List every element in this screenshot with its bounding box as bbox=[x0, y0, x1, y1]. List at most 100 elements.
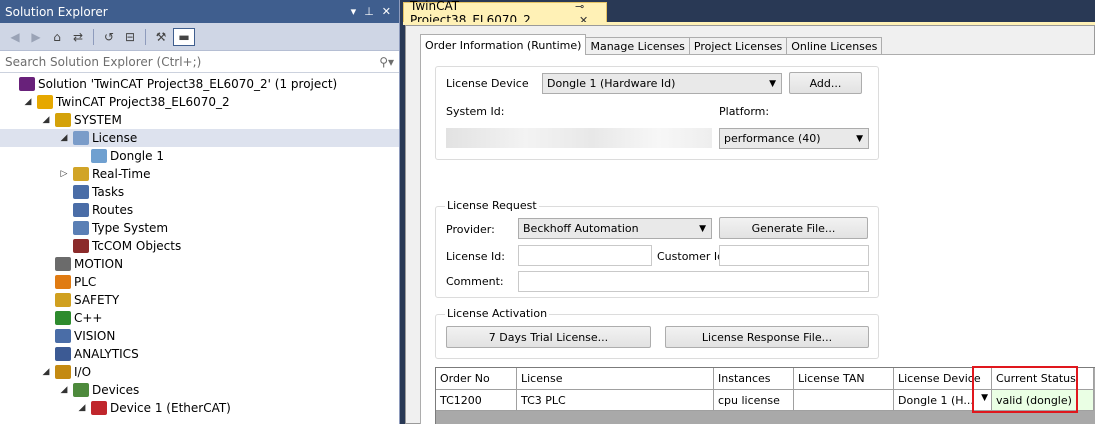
license-editor: Order Information (Runtime) Manage Licen… bbox=[405, 25, 1095, 424]
tree-item[interactable]: SAFETY bbox=[0, 291, 399, 309]
add-button[interactable]: Add... bbox=[789, 72, 862, 94]
plc-icon bbox=[55, 275, 71, 289]
column-header-order-no[interactable]: Order No bbox=[436, 368, 517, 390]
solution-explorer-search[interactable]: Search Solution Explorer (Ctrl+;) ⚲▾ bbox=[0, 51, 399, 73]
customer-id-input[interactable] bbox=[719, 245, 869, 266]
tree-item[interactable]: ◢ TwinCAT Project38_EL6070_2 bbox=[0, 93, 399, 111]
platform-select[interactable]: performance (40) ▼ bbox=[719, 128, 869, 149]
home-icon[interactable]: ⌂ bbox=[48, 28, 66, 46]
document-tab-project[interactable]: TwinCAT Project38_EL6070_2 ⊸ ✕ bbox=[403, 0, 607, 27]
license-device-value: Dongle 1 (Hardware Id) bbox=[547, 77, 676, 90]
realtime-icon bbox=[73, 167, 89, 181]
tree-item[interactable]: Solution 'TwinCAT Project38_EL6070_2' (1… bbox=[0, 75, 399, 93]
expander-icon[interactable]: ◢ bbox=[58, 385, 70, 395]
tree-item-label: Real-Time bbox=[92, 167, 151, 181]
cell-license-tan[interactable] bbox=[794, 390, 894, 411]
dongle-icon bbox=[91, 149, 107, 163]
license-response-file-button[interactable]: License Response File... bbox=[665, 326, 869, 348]
license-request-group: License Request Provider: Beckhoff Autom… bbox=[435, 199, 879, 298]
expander-icon[interactable]: ◢ bbox=[76, 403, 88, 413]
chevron-down-icon: ▼ bbox=[699, 224, 706, 234]
cell-order-no[interactable]: TC1200 bbox=[436, 390, 517, 411]
license-id-input[interactable] bbox=[518, 245, 652, 266]
pin-icon[interactable]: ⊥ bbox=[364, 5, 374, 18]
tree-item[interactable]: ◢ Devices bbox=[0, 381, 399, 399]
license-device-label: License Device bbox=[446, 77, 529, 90]
properties-wrench-icon[interactable]: ⚒ bbox=[152, 28, 170, 46]
tree-item-label: VISION bbox=[74, 329, 116, 343]
order-information-page: License Device Dongle 1 (Hardware Id) ▼ … bbox=[420, 54, 1095, 424]
tree-item[interactable]: PLC bbox=[0, 273, 399, 291]
license-id-label: License Id: bbox=[446, 250, 505, 263]
comment-input[interactable] bbox=[518, 271, 869, 292]
chevron-down-icon[interactable]: ▼ bbox=[981, 393, 988, 403]
collapse-all-icon[interactable]: ⊟ bbox=[121, 28, 139, 46]
tree-item[interactable]: Routes bbox=[0, 201, 399, 219]
license-icon bbox=[73, 131, 89, 145]
cell-license-device-select[interactable]: Dongle 1 (H... ▼ bbox=[894, 390, 992, 411]
column-header-current-status[interactable]: Current Status bbox=[992, 368, 1094, 390]
column-header-instances[interactable]: Instances bbox=[714, 368, 794, 390]
license-activation-title: License Activation bbox=[445, 307, 550, 320]
pin-tab-icon[interactable]: ⊸ bbox=[575, 0, 584, 13]
tree-item[interactable]: ANALYTICS bbox=[0, 345, 399, 363]
close-icon[interactable]: ✕ bbox=[382, 5, 391, 18]
expander-icon[interactable]: ◢ bbox=[58, 133, 70, 143]
tab-project-licenses[interactable]: Project Licenses bbox=[688, 37, 788, 55]
tree-item-label: MOTION bbox=[74, 257, 124, 271]
column-header-license-device[interactable]: License Device bbox=[894, 368, 992, 390]
generate-file-button[interactable]: Generate File... bbox=[719, 217, 868, 239]
tree-item[interactable]: Tasks bbox=[0, 183, 399, 201]
tree-item[interactable]: VISION bbox=[0, 327, 399, 345]
expander-icon[interactable]: ◢ bbox=[22, 97, 34, 107]
solution-explorer-titlebar: Solution Explorer ▾ ⊥ ✕ bbox=[0, 0, 399, 23]
tree-item[interactable]: Type System bbox=[0, 219, 399, 237]
solution-icon bbox=[19, 77, 35, 91]
tree-item[interactable]: ◢ I/O bbox=[0, 363, 399, 381]
license-activation-group: License Activation 7 Days Trial License.… bbox=[435, 307, 879, 359]
tab-manage-licenses[interactable]: Manage Licenses bbox=[585, 37, 690, 55]
trial-license-button[interactable]: 7 Days Trial License... bbox=[446, 326, 651, 348]
tccom-icon bbox=[73, 239, 89, 253]
column-header-license[interactable]: License bbox=[517, 368, 714, 390]
table-row[interactable]: TC1200 TC3 PLC cpu license Dongle 1 (H..… bbox=[436, 390, 1094, 411]
system-id-field-redacted[interactable] bbox=[446, 128, 712, 148]
forward-icon[interactable]: ▶ bbox=[27, 28, 45, 46]
expander-icon[interactable]: ▷ bbox=[58, 169, 70, 179]
cell-current-status[interactable]: valid (dongle) bbox=[992, 390, 1094, 411]
sync-view-icon[interactable]: ⇄ bbox=[69, 28, 87, 46]
tree-item[interactable]: C++ bbox=[0, 309, 399, 327]
tree-item-label: Dongle 1 bbox=[110, 149, 164, 163]
column-header-license-tan[interactable]: License TAN bbox=[794, 368, 894, 390]
tree-item[interactable]: ◢ Device 1 (EtherCAT) bbox=[0, 399, 399, 417]
tree-item[interactable]: ◢ SYSTEM bbox=[0, 111, 399, 129]
tree-item-label: Tasks bbox=[92, 185, 125, 199]
tree-item[interactable]: ▷ Real-Time bbox=[0, 165, 399, 183]
tree-item-label: Device 1 (EtherCAT) bbox=[110, 401, 231, 415]
tab-order-information[interactable]: Order Information (Runtime) bbox=[420, 34, 587, 55]
license-device-select[interactable]: Dongle 1 (Hardware Id) ▼ bbox=[542, 73, 782, 94]
io-icon bbox=[55, 365, 71, 379]
window-position-icon[interactable]: ▾ bbox=[351, 5, 357, 18]
tree-item[interactable]: ◢ License bbox=[0, 129, 399, 147]
tree-item[interactable]: TcCOM Objects bbox=[0, 237, 399, 255]
tree-item[interactable]: Dongle 1 bbox=[0, 147, 399, 165]
expander-icon[interactable]: ◢ bbox=[40, 115, 52, 125]
routes-icon bbox=[73, 203, 89, 217]
cell-instances[interactable]: cpu license bbox=[714, 390, 794, 411]
cell-license[interactable]: TC3 PLC bbox=[517, 390, 714, 411]
tree-item[interactable]: MOTION bbox=[0, 255, 399, 273]
twincat-project-icon bbox=[37, 95, 53, 109]
tree-item-label: ANALYTICS bbox=[74, 347, 139, 361]
search-input[interactable]: Search Solution Explorer (Ctrl+;) bbox=[5, 55, 201, 69]
pending-changes-icon[interactable]: ↺ bbox=[100, 28, 118, 46]
tree-item-label: SAFETY bbox=[74, 293, 120, 307]
search-icon[interactable]: ⚲▾ bbox=[379, 55, 394, 69]
back-icon[interactable]: ◀ bbox=[6, 28, 24, 46]
provider-select[interactable]: Beckhoff Automation ▼ bbox=[518, 218, 712, 239]
ethercat-device-icon bbox=[91, 401, 107, 415]
platform-label: Platform: bbox=[719, 105, 770, 118]
preview-selected-icon[interactable]: ▬ bbox=[173, 27, 195, 46]
tab-online-licenses[interactable]: Online Licenses bbox=[786, 37, 883, 55]
expander-icon[interactable]: ◢ bbox=[40, 367, 52, 377]
